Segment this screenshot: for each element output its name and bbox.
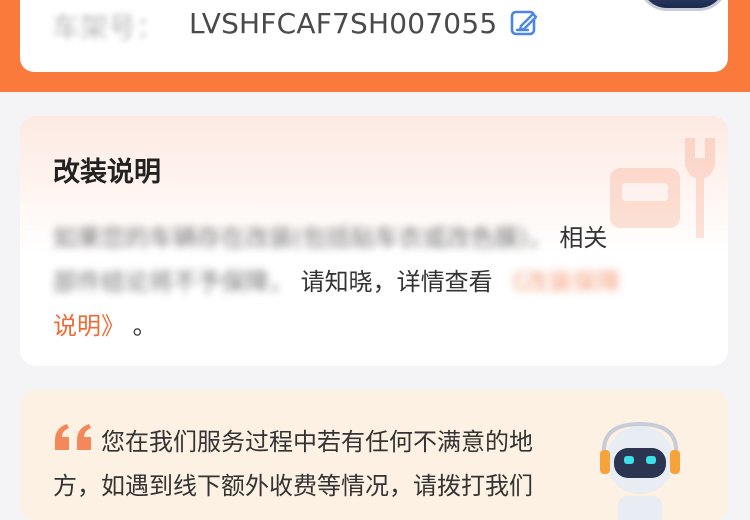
robot-assistant-icon[interactable]: [580, 422, 700, 520]
vin-card: 车架号： LVSHFCAF7SH007055: [20, 0, 728, 72]
vin-value: LVSHFCAF7SH007055: [189, 7, 498, 40]
modification-text-blurred-2: 部件结论将不予保障，: [53, 268, 293, 296]
feedback-card: 您在我们服务过程中若有任何不满意的地方，如遇到线下额外收费等情况，请拨打我们: [20, 390, 728, 520]
vin-label: 车架号：: [52, 11, 165, 44]
modification-text-2: 请知晓，详情查看: [300, 268, 493, 296]
modification-text-blurred-1: 如果您的车辆存在改装(包括贴车衣或改色膜)，: [53, 224, 552, 252]
modification-guide-link[interactable]: 说明》: [53, 312, 125, 340]
car-brand-logo-icon: [638, 0, 728, 11]
modification-text-1: 相关: [559, 224, 608, 252]
modification-title: 改装说明: [53, 157, 161, 188]
edit-icon[interactable]: [508, 7, 540, 39]
modification-body: 如果您的车辆存在改装(包括贴车衣或改色膜)， 相关 部件结论将不予保障， 请知晓…: [53, 216, 678, 348]
modification-link-blurred[interactable]: 《改装保障: [500, 268, 620, 296]
feedback-text: 您在我们服务过程中若有任何不满意的地方，如遇到线下额外收费等情况，请拨打我们: [53, 428, 533, 500]
modification-text-end: 。: [132, 312, 157, 340]
modification-card: 改装说明 如果您的车辆存在改装(包括贴车衣或改色膜)， 相关 部件结论将不予保障…: [20, 116, 728, 366]
